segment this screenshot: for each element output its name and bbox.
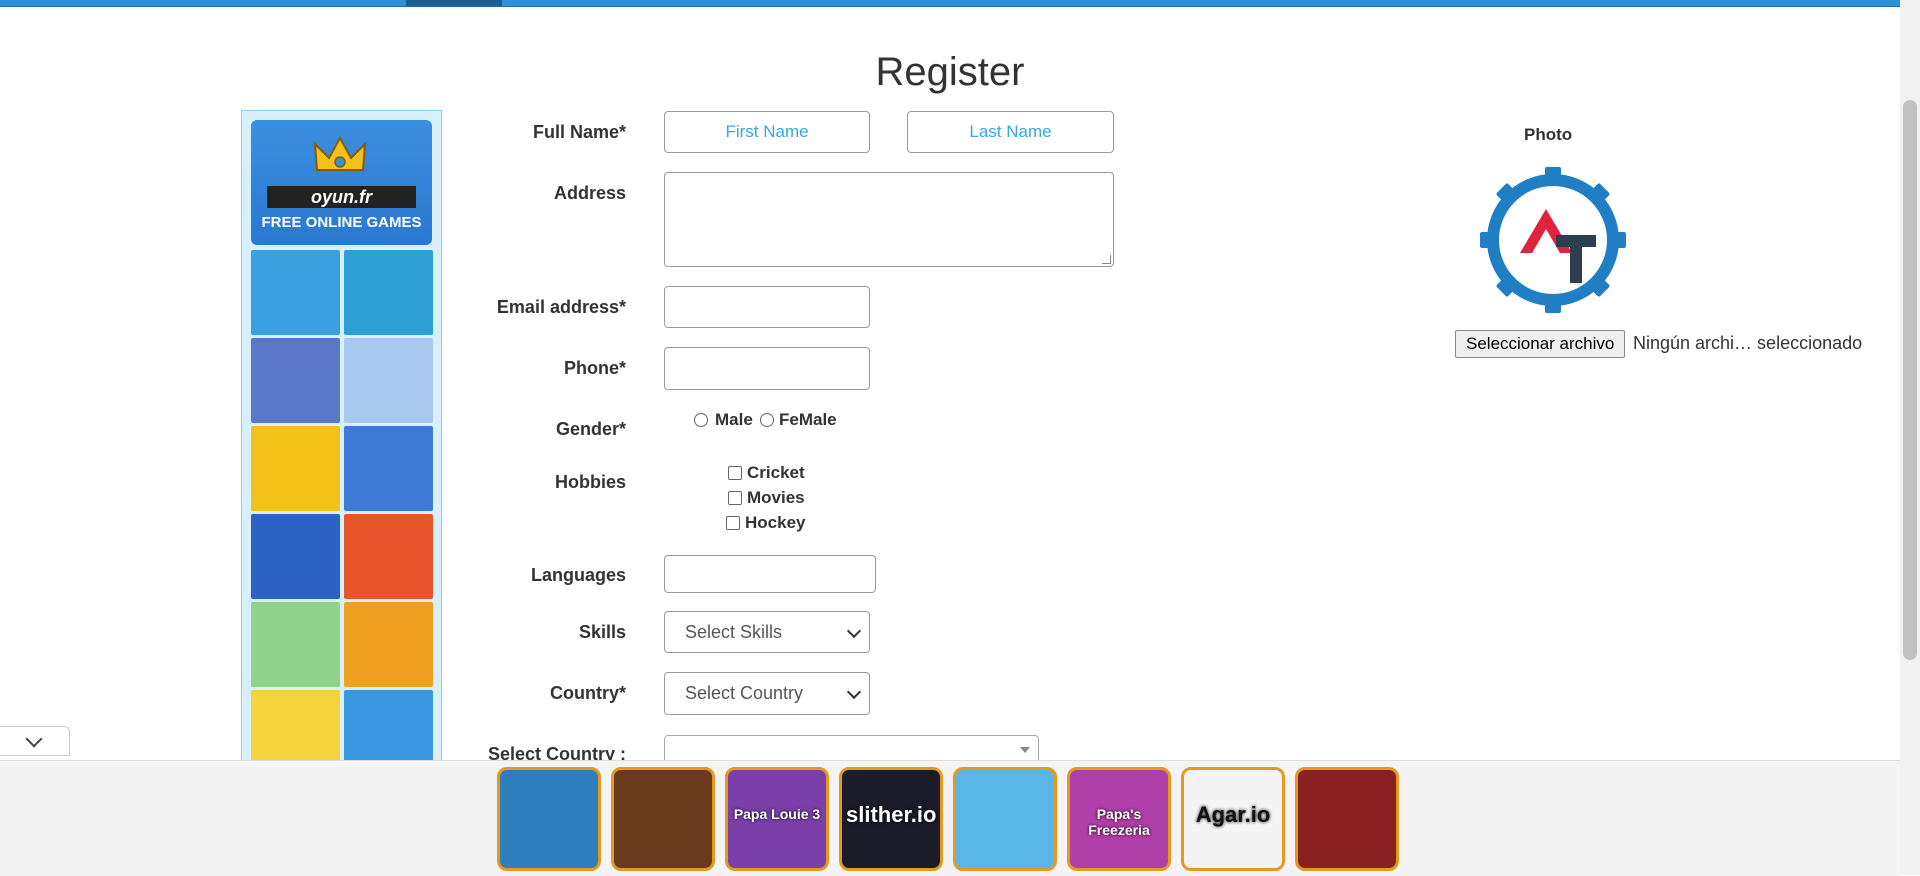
skills-select[interactable]: Select Skills (664, 611, 870, 653)
country-label: Country* (550, 683, 626, 703)
game-title: Papa Louie 3 (733, 806, 821, 822)
ad-game-grid (251, 250, 433, 761)
file-status-text: Ningún archi… seleccionado (1633, 333, 1863, 353)
top-nav-active-tab[interactable] (406, 0, 502, 6)
hobbies-label: Hobbies (554, 472, 626, 492)
ad-header[interactable]: oyun.fr FREE ONLINE GAMES (251, 120, 432, 245)
scrollbar-thumb[interactable] (1903, 100, 1917, 660)
choose-file-button[interactable]: Seleccionar archivo (1455, 330, 1626, 358)
gender-label: Gender* (555, 419, 626, 439)
hobby-cricket-checkbox[interactable] (728, 466, 742, 480)
game-title: Agar.io (1195, 802, 1271, 827)
stick-war-game-tile[interactable] (344, 690, 433, 761)
hobby-movies-checkbox[interactable] (728, 491, 742, 505)
dropdown-arrow-icon (1020, 747, 1030, 753)
hobby-hockey-label[interactable]: Hockey (745, 513, 805, 533)
agar-io-game-tile[interactable]: Agar.io (1181, 767, 1285, 871)
page-scrollbar[interactable] (1900, 0, 1920, 875)
mario-game-tile[interactable] (344, 602, 433, 687)
email-label: Email address* (496, 297, 626, 317)
gender-female-label[interactable]: FeMale (779, 410, 837, 430)
stickman-game-tile[interactable] (344, 426, 433, 511)
languages-input[interactable] (664, 555, 876, 593)
ad-brand: oyun.fr (267, 186, 416, 208)
skills-label: Skills (578, 622, 626, 642)
spongebob-game-tile[interactable] (251, 690, 340, 761)
crown-icon (313, 136, 367, 171)
country-select-value: Select Country (685, 683, 804, 703)
collapse-ad-tab[interactable] (0, 726, 70, 756)
phone-input[interactable] (664, 347, 870, 390)
shark-game-tile[interactable] (344, 250, 433, 335)
robot-game-game-tile[interactable] (1295, 767, 1399, 871)
skills-select-value: Select Skills (685, 622, 783, 642)
bottom-games-bar: Papa Louie 3 slither.io Papa's Freezeria Ag… (0, 760, 1900, 876)
gender-female-radio[interactable] (760, 413, 774, 427)
full-name-label: Full Name* (532, 122, 626, 142)
photo-label: Photo (1524, 125, 1573, 144)
gender-male-label[interactable]: Male (715, 410, 753, 430)
sonic-game-tile[interactable] (251, 514, 340, 599)
fireboy-watergirl-game-tile[interactable] (497, 767, 601, 871)
runners-game-tile[interactable] (251, 250, 340, 335)
languages-label: Languages (530, 565, 626, 585)
games-ad-banner[interactable]: oyun.fr FREE ONLINE GAMES (241, 110, 442, 762)
gender-male-radio[interactable] (694, 413, 708, 427)
shooter-game-tile[interactable] (344, 338, 433, 423)
papas-freezeria-game-tile[interactable]: Papa's Freezeria (1067, 767, 1171, 871)
hobby-hockey-checkbox[interactable] (726, 516, 740, 530)
hobby-movies-label[interactable]: Movies (747, 488, 805, 508)
fireboy-game-tile[interactable] (344, 514, 433, 599)
phone-label: Phone* (563, 358, 626, 378)
automation-testing-logo (1480, 167, 1626, 313)
ad-tagline: FREE ONLINE GAMES (261, 214, 422, 231)
archer-game-tile[interactable] (251, 602, 340, 687)
page-title: Register (875, 50, 1025, 94)
last-name-input[interactable]: Last Name (907, 111, 1114, 153)
resize-handle[interactable] (1102, 255, 1111, 264)
game-title: slither.io (846, 802, 937, 827)
agent-game-tile[interactable] (251, 338, 340, 423)
chevron-down-icon (25, 730, 43, 748)
country-select[interactable]: Select Country (664, 672, 870, 715)
slither-io-game-tile[interactable]: slither.io (839, 767, 943, 871)
cuphead-game-tile[interactable] (251, 426, 340, 511)
chevron-down-icon (846, 623, 862, 639)
game-title: Papa's Freezeria (1088, 806, 1150, 838)
first-name-input[interactable]: First Name (664, 111, 870, 153)
moto-x3m-game-tile[interactable] (953, 767, 1057, 871)
hero-3-game-tile[interactable] (611, 767, 715, 871)
papa-louie-3-game-tile[interactable]: Papa Louie 3 (725, 767, 829, 871)
hobby-cricket-label[interactable]: Cricket (747, 463, 805, 483)
address-textarea[interactable] (664, 172, 1114, 267)
email-input[interactable] (664, 286, 870, 328)
chevron-down-icon (846, 684, 862, 700)
address-label: Address (553, 183, 626, 203)
top-nav-bar (0, 0, 1900, 7)
